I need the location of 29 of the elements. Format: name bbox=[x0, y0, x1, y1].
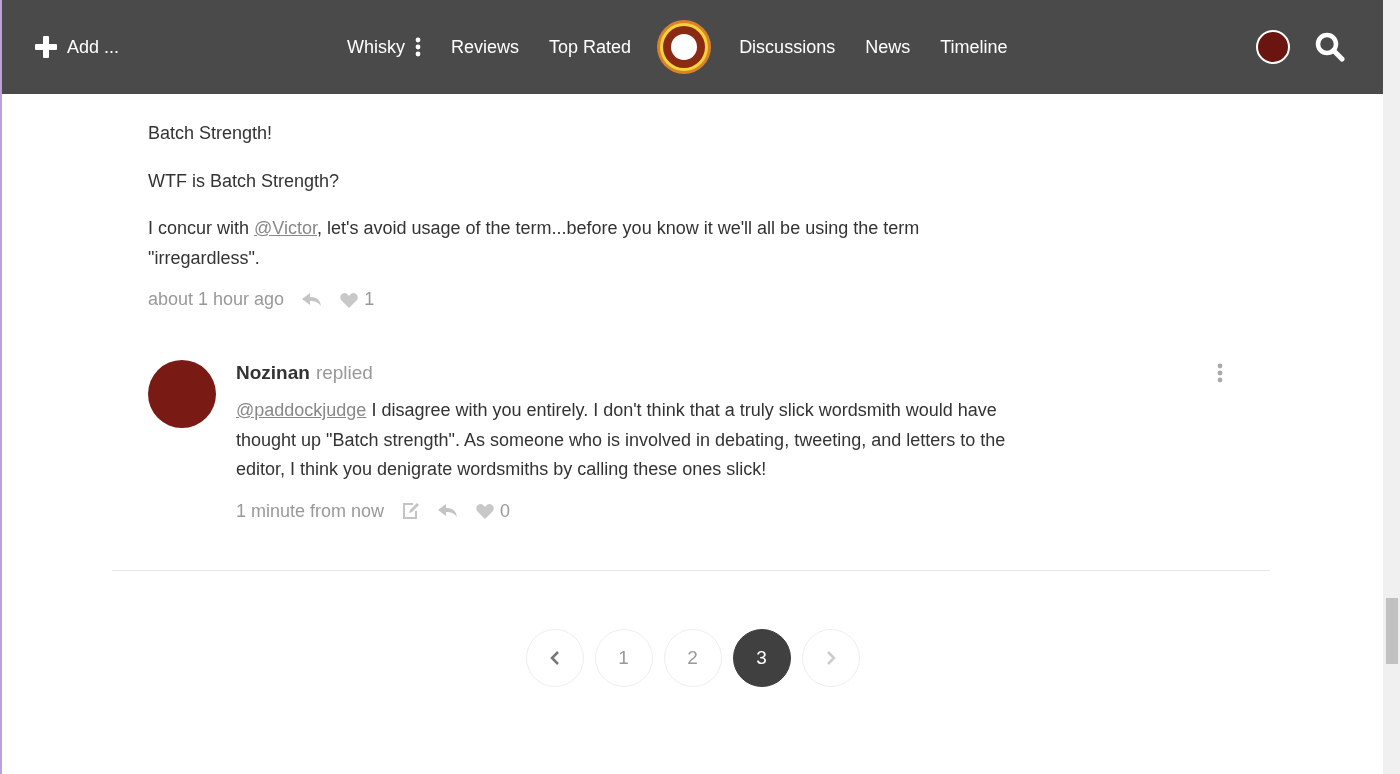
author-name[interactable]: Nozinan bbox=[236, 362, 310, 383]
reply-icon[interactable] bbox=[302, 292, 323, 307]
timestamp: about 1 hour ago bbox=[148, 289, 285, 310]
reply-icon[interactable] bbox=[438, 504, 459, 518]
chevron-right-icon bbox=[824, 650, 837, 665]
comment-text: I concur with @Victor, let's avoid usage of the term...before you know it we'll all be using the term "irregardless". bbox=[148, 217, 921, 270]
timestamp: 1 minute from now bbox=[236, 500, 385, 522]
nav-link[interactable]: Top Rated bbox=[534, 36, 647, 58]
search-icon[interactable] bbox=[1315, 32, 1345, 62]
plus-icon bbox=[35, 36, 57, 58]
nav-link[interactable]: Reviews bbox=[436, 36, 535, 58]
add-button[interactable]: Add ... bbox=[35, 36, 120, 58]
nav-menu[interactable]: Whisky bbox=[332, 36, 437, 58]
page-button[interactable]: 3 bbox=[732, 628, 791, 687]
comment-text: @paddockjudge I disagree with you entirely. I don't think that a truly slick wordsmith would have thought up "Batch strength". As someone who is involved in debating, tweeting, and letters to the editor, I think you denigrate wordsmiths by calling these ones slick! bbox=[236, 399, 1007, 481]
nav-link[interactable]: News bbox=[850, 36, 926, 58]
edit-icon[interactable] bbox=[402, 502, 421, 520]
chevron-left-icon bbox=[548, 650, 561, 665]
mention-link[interactable]: @paddockjudge bbox=[236, 400, 367, 420]
more-options-icon[interactable] bbox=[415, 37, 422, 57]
mention-link[interactable]: @Victor bbox=[254, 218, 317, 238]
nav-link[interactable]: Discussions bbox=[724, 36, 851, 58]
logo-icon[interactable] bbox=[656, 19, 713, 75]
comment-text: WTF is Batch Strength? bbox=[148, 169, 341, 193]
comment-text: Batch Strength! bbox=[148, 122, 274, 145]
action-label: replied bbox=[315, 362, 373, 383]
scrollbar[interactable] bbox=[1383, 0, 1400, 774]
nav-link[interactable]: Timeline bbox=[925, 36, 1023, 58]
user-avatar[interactable] bbox=[1256, 30, 1290, 64]
